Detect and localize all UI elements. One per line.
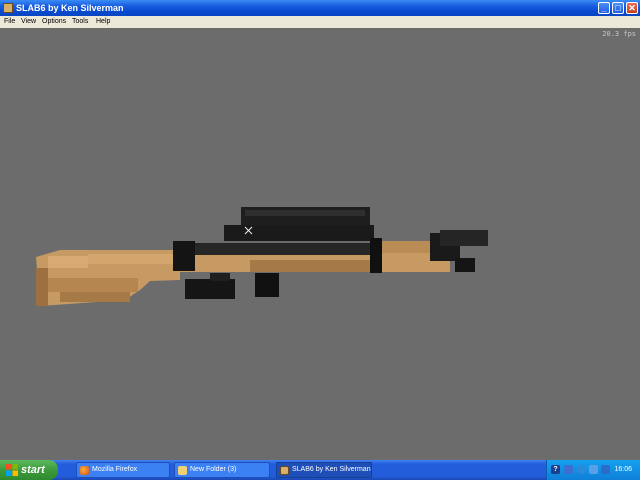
close-button[interactable]: ✕ bbox=[626, 2, 638, 14]
taskbar-item-slab6[interactable]: SLAB6 by Ken Silverman bbox=[276, 462, 372, 478]
taskbar-item-label: Mozilla Firefox bbox=[92, 466, 138, 473]
minimize-button[interactable]: _ bbox=[598, 2, 610, 14]
voxel-rifle-model[interactable] bbox=[0, 28, 640, 460]
menu-view[interactable]: View bbox=[21, 16, 36, 28]
speaker-icon[interactable] bbox=[589, 465, 598, 474]
clock[interactable]: 16:06 bbox=[614, 460, 632, 480]
security-icon[interactable] bbox=[601, 465, 610, 474]
menu-tools[interactable]: Tools bbox=[72, 16, 88, 28]
help-icon[interactable]: ? bbox=[551, 465, 560, 474]
menu-file[interactable]: File bbox=[4, 16, 15, 28]
folder-icon bbox=[178, 466, 187, 475]
taskbar-item-firefox[interactable]: Mozilla Firefox bbox=[76, 462, 170, 478]
menu-bar: File View Options Tools Help bbox=[0, 16, 640, 28]
title-bar[interactable]: SLAB6 by Ken Silverman _ □ ✕ bbox=[0, 0, 640, 16]
menu-help[interactable]: Help bbox=[96, 16, 110, 28]
taskbar: start Mozilla Firefox New Folder (3) SLA… bbox=[0, 460, 640, 480]
slab6-app-icon[interactable] bbox=[3, 3, 13, 13]
system-tray: ? 16:06 bbox=[546, 460, 640, 480]
network-icon[interactable] bbox=[564, 465, 573, 474]
menu-options[interactable]: Options bbox=[42, 16, 66, 28]
taskbar-item-label: SLAB6 by Ken Silverman bbox=[292, 466, 371, 473]
taskbar-item-new-folder[interactable]: New Folder (3) bbox=[174, 462, 270, 478]
firefox-icon bbox=[80, 466, 89, 475]
window-title: SLAB6 by Ken Silverman bbox=[16, 3, 124, 13]
voxel-viewport[interactable]: 20.3 fps bbox=[0, 28, 640, 460]
taskbar-item-label: New Folder (3) bbox=[190, 466, 237, 473]
update-icon[interactable] bbox=[577, 465, 586, 474]
slab6-app-icon bbox=[280, 466, 289, 475]
windows-flag-icon bbox=[6, 464, 18, 476]
start-button[interactable]: start bbox=[0, 460, 58, 480]
maximize-button[interactable]: □ bbox=[612, 2, 624, 14]
start-label: start bbox=[21, 464, 45, 476]
